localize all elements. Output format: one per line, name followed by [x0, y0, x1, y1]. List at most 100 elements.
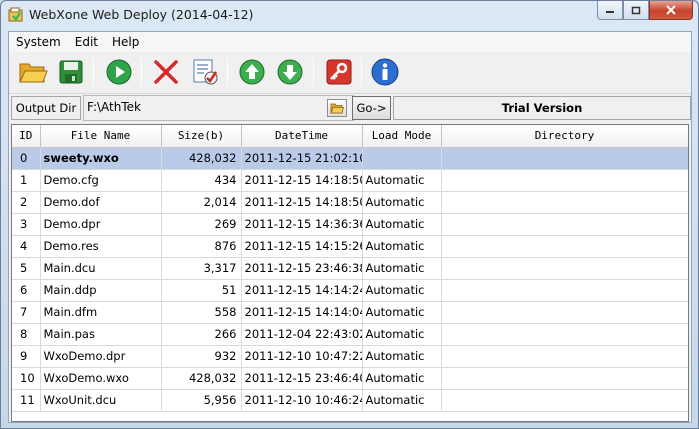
- table-row[interactable]: 10 WxoDemo.wxo 428,032 2011-12-15 23:46:40 A…: [12, 367, 688, 390]
- cell-size: 434: [161, 169, 242, 192]
- col-header-load-mode[interactable]: Load Mode: [362, 125, 442, 148]
- cell-id: 7: [12, 301, 41, 324]
- cell-dir: [441, 367, 688, 390]
- window-title: WebXone Web Deploy (2014-04-12): [29, 7, 254, 22]
- toolbar: [9, 53, 691, 91]
- cell-datetime: 2011-12-04 22:43:02: [241, 323, 363, 346]
- toolbar-separator: [141, 58, 142, 86]
- toolbar-separator: [93, 58, 94, 86]
- run-icon: [106, 59, 132, 85]
- table-row[interactable]: 2 Demo.dof 2,014 2011-12-15 14:18:50 Automat…: [12, 191, 688, 214]
- cell-id: 6: [12, 279, 41, 302]
- key-icon: [326, 59, 352, 85]
- cell-name: WxoDemo.dpr: [40, 345, 162, 368]
- cell-mode: Automatic: [362, 257, 442, 280]
- trial-status: Trial Version: [393, 96, 691, 120]
- cell-datetime: 2011-12-15 14:18:50: [241, 169, 363, 192]
- col-header-file-name[interactable]: File Name: [40, 125, 162, 148]
- table-row[interactable]: 7 Main.dfm 558 2011-12-15 14:14:04 Automatic: [12, 301, 688, 324]
- cell-id: 10: [12, 367, 41, 390]
- cell-id: 11: [12, 389, 41, 412]
- output-dir-label: Output Dir: [11, 96, 81, 120]
- toolbar-separator: [227, 58, 228, 86]
- info-button[interactable]: [369, 56, 401, 88]
- col-header-directory[interactable]: Directory: [441, 125, 688, 148]
- move-up-button[interactable]: [236, 56, 268, 88]
- table-row[interactable]: 0 sweety.wxo 428,032 2011-12-15 21:02:10: [12, 147, 688, 170]
- cell-name: Demo.dpr: [40, 213, 162, 236]
- table-row[interactable]: 11 WxoUnit.dcu 5,956 2011-12-10 10:46:24 Aut…: [12, 389, 688, 412]
- cell-size: 266: [161, 323, 242, 346]
- cell-id: 1: [12, 169, 41, 192]
- cell-size: 932: [161, 345, 242, 368]
- table-row[interactable]: 8 Main.pas 266 2011-12-04 22:43:02 Automatic: [12, 323, 688, 346]
- cell-dir: [441, 191, 688, 214]
- cell-datetime: 2011-12-10 10:47:22: [241, 345, 363, 368]
- cell-name: Main.dfm: [40, 301, 162, 324]
- output-dir-field[interactable]: F:\AthTek: [83, 95, 354, 121]
- save-button[interactable]: [55, 56, 87, 88]
- cell-mode: Automatic: [362, 367, 442, 390]
- menu-system[interactable]: System: [9, 32, 68, 52]
- minimize-button[interactable]: [597, 1, 623, 20]
- key-button[interactable]: [323, 56, 355, 88]
- cell-size: 428,032: [161, 147, 242, 170]
- toolbar-separator: [313, 58, 314, 86]
- cell-dir: [441, 169, 688, 192]
- title-bar[interactable]: WebXone Web Deploy (2014-04-12): [1, 1, 698, 29]
- cell-id: 9: [12, 345, 41, 368]
- open-button[interactable]: [17, 56, 49, 88]
- cell-mode: Automatic: [362, 323, 442, 346]
- menu-help[interactable]: Help: [105, 32, 146, 52]
- check-button[interactable]: [189, 56, 221, 88]
- cell-datetime: 2011-12-15 21:02:10: [241, 147, 363, 170]
- menu-edit[interactable]: Edit: [68, 32, 105, 52]
- cell-id: 8: [12, 323, 41, 346]
- app-icon: [8, 7, 24, 23]
- cell-datetime: 2011-12-15 14:14:24: [241, 279, 363, 302]
- cell-dir: [441, 389, 688, 412]
- cell-size: 558: [161, 301, 242, 324]
- close-icon: [666, 5, 676, 15]
- browse-button[interactable]: [327, 99, 347, 117]
- open-folder-icon: [19, 63, 48, 83]
- app-window: WebXone Web Deploy (2014-04-12) System E…: [0, 0, 699, 429]
- col-header-size[interactable]: Size(b): [161, 125, 242, 148]
- minimize-icon: [606, 11, 614, 13]
- table-row[interactable]: 1 Demo.cfg 434 2011-12-15 14:18:50 Automatic: [12, 169, 688, 192]
- header-row: ID File Name Size(b) DateTime Load Mode …: [12, 125, 688, 148]
- cell-size: 428,032: [161, 367, 242, 390]
- table-row[interactable]: 4 Demo.res 876 2011-12-15 14:15:26 Automatic: [12, 235, 688, 258]
- close-button[interactable]: [649, 1, 693, 20]
- table-row[interactable]: 5 Main.dcu 3,317 2011-12-15 23:46:38 Automat…: [12, 257, 688, 280]
- delete-button[interactable]: [150, 56, 182, 88]
- cell-size: 5,956: [161, 389, 242, 412]
- table-row[interactable]: 3 Demo.dpr 269 2011-12-15 14:36:36 Automatic: [12, 213, 688, 236]
- cell-name: WxoDemo.wxo: [40, 367, 162, 390]
- table-body: 0 sweety.wxo 428,032 2011-12-15 21:02:10 1 De…: [12, 147, 688, 412]
- cell-id: 2: [12, 191, 41, 214]
- run-button[interactable]: [103, 56, 135, 88]
- cell-dir: [441, 257, 688, 280]
- folder-icon: [330, 103, 344, 114]
- cell-name: WxoUnit.dcu: [40, 389, 162, 412]
- cell-mode: Automatic: [362, 301, 442, 324]
- col-header-datetime[interactable]: DateTime: [241, 125, 363, 148]
- cell-datetime: 2011-12-15 14:14:04: [241, 301, 363, 324]
- check-document-icon: [193, 59, 218, 85]
- go-button[interactable]: Go->: [352, 96, 391, 120]
- cell-mode: Automatic: [362, 389, 442, 412]
- save-icon: [59, 60, 83, 84]
- cell-mode: Automatic: [362, 279, 442, 302]
- col-header-id[interactable]: ID: [12, 125, 41, 148]
- table-row[interactable]: 9 WxoDemo.dpr 932 2011-12-10 10:47:22 Automa…: [12, 345, 688, 368]
- move-down-button[interactable]: [274, 56, 306, 88]
- cell-mode: Automatic: [362, 169, 442, 192]
- cell-mode: Automatic: [362, 191, 442, 214]
- maximize-button[interactable]: [623, 1, 649, 20]
- table-row[interactable]: 6 Main.ddp 51 2011-12-15 14:14:24 Automatic: [12, 279, 688, 302]
- cell-name: Main.pas: [40, 323, 162, 346]
- cell-id: 5: [12, 257, 41, 280]
- caption-buttons: [597, 1, 693, 21]
- cell-name: Main.dcu: [40, 257, 162, 280]
